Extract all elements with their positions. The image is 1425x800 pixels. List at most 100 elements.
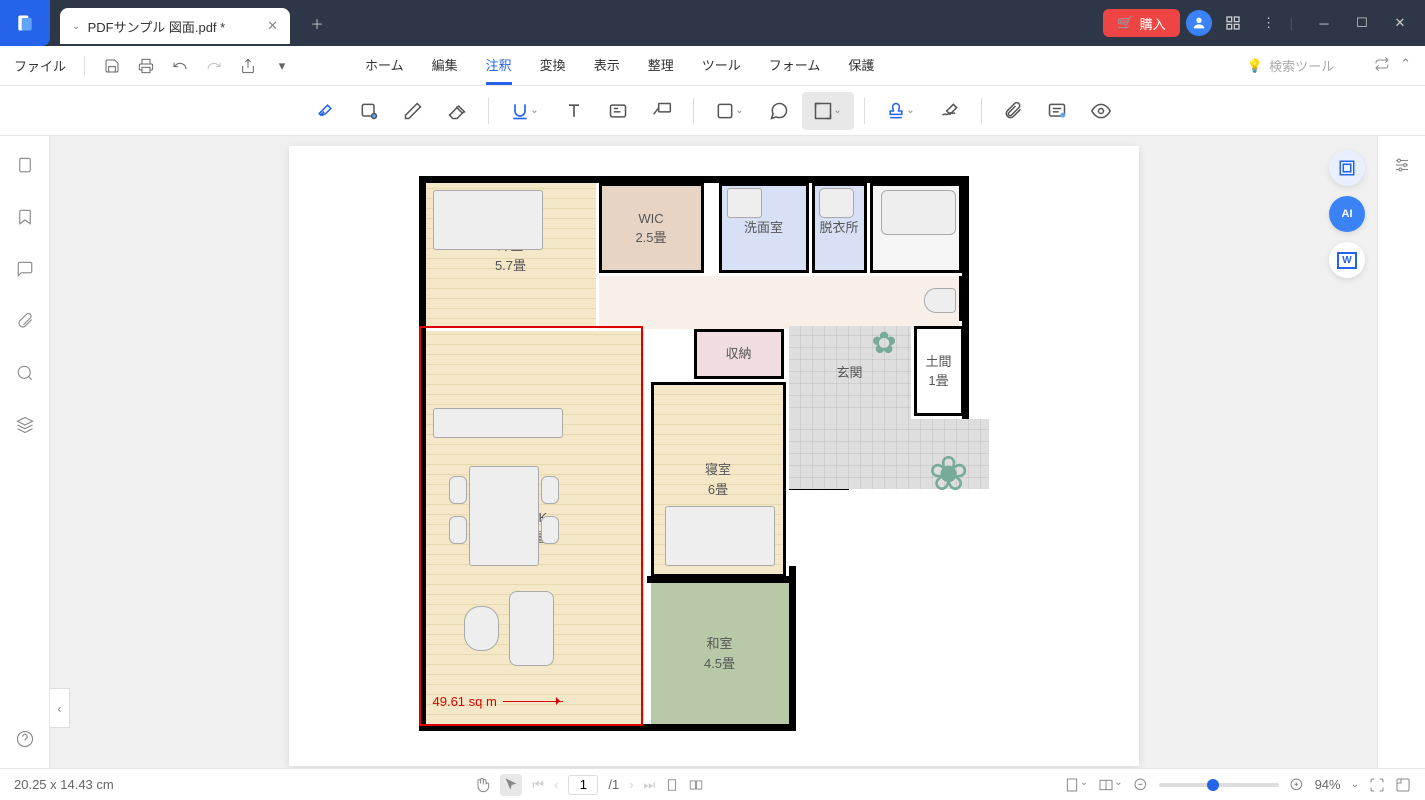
room-wic: WIC2.5畳 [599,183,704,273]
measurement-label[interactable]: 49.61 sq m [433,694,563,709]
eraser-icon[interactable] [436,92,478,130]
titlebar: ⌄ PDFサンプル 図面.pdf * ✕ ＋ 🛒 購入 ⋮ | ─ ☐ ✕ [0,0,1425,46]
read-mode-icon[interactable]: ⌄ [1098,777,1122,793]
right-rail [1377,136,1425,768]
select-tool-icon[interactable] [500,774,522,796]
pencil-icon[interactable] [392,92,434,130]
print-icon[interactable] [131,51,161,81]
share-icon[interactable] [233,51,263,81]
thumbnails-icon[interactable] [10,150,40,180]
ribbon-tabs: ホーム 編集 注釈 変換 表示 整理 ツール フォーム 保護 [365,47,874,85]
underline-icon[interactable]: ⌄ [499,92,551,130]
room-washitsu: 和室4.5畳 [651,583,789,724]
tab-view[interactable]: 表示 [594,47,620,85]
hallway [599,276,959,329]
document-canvas[interactable]: 洋室5.7畳 WIC2.5畳 洗面室 脱衣所 浴室 WC 収納 土間1畳 玄関 … [50,136,1377,768]
bookmarks-icon[interactable] [10,202,40,232]
room-shuno: 収納 [694,329,784,379]
measurement-area[interactable] [419,326,643,726]
user-avatar[interactable] [1186,10,1212,36]
page-dimensions: 20.25 x 14.43 cm [14,777,114,792]
zoom-slider[interactable] [1159,783,1279,787]
save-icon[interactable] [97,51,127,81]
close-button[interactable]: ✕ [1383,8,1417,38]
more-icon[interactable]: ⋮ [1254,8,1284,38]
hand-tool-icon[interactable] [474,777,490,793]
tab-convert[interactable]: 変換 [540,47,566,85]
plant-icon: ❀ [929,446,969,502]
properties-icon[interactable] [1387,150,1417,180]
signature-icon[interactable] [929,92,971,130]
buy-button[interactable]: 🛒 購入 [1103,9,1179,37]
page-total: /1 [608,777,619,792]
bed-icon [665,506,775,566]
tab-organize[interactable]: 整理 [648,47,674,85]
app-logo[interactable] [0,0,50,46]
zoom-in-icon[interactable] [1289,777,1305,793]
tab-home[interactable]: ホーム [365,47,404,85]
two-page-icon[interactable] [689,778,703,792]
tab-close-icon[interactable]: ✕ [267,18,278,34]
qat-dropdown-icon[interactable]: ▾ [267,51,297,81]
single-page-icon[interactable] [665,778,679,792]
tab-protect[interactable]: 保護 [848,47,874,85]
maximize-button[interactable]: ☐ [1345,8,1379,38]
measure-icon[interactable]: ⌄ [802,92,854,130]
manage-comments-icon[interactable] [1036,92,1078,130]
fit-width-icon[interactable]: ⌄ [1064,777,1088,793]
zoom-out-icon[interactable] [1133,777,1149,793]
text-icon[interactable] [553,92,595,130]
attachments-icon[interactable] [10,306,40,336]
shape-icon[interactable]: ⌄ [704,92,756,130]
first-page-icon[interactable]: ⏮ [532,777,544,793]
new-tab-button[interactable]: ＋ [302,8,332,38]
zoom-level[interactable]: 94% [1315,777,1341,792]
fit-page-icon[interactable] [1369,777,1385,793]
note-icon[interactable] [758,92,800,130]
prev-page-icon[interactable]: ‹ [554,777,558,792]
comments-icon[interactable] [10,254,40,284]
collapse-sidebar-button[interactable]: ‹ [50,688,70,728]
help-icon[interactable] [10,724,40,754]
ai-button[interactable]: AI [1329,196,1365,232]
collapse-ribbon-icon[interactable]: ⌃ [1400,56,1411,75]
menubar: ファイル ▾ ホーム 編集 注釈 変換 表示 整理 ツール フォーム 保護 💡 … [0,46,1425,86]
bulb-icon: 💡 [1247,58,1263,74]
bathtub-icon [881,190,956,235]
word-export-icon[interactable]: W [1329,242,1365,278]
sync-icon[interactable] [1374,56,1390,75]
attachment-icon[interactable] [992,92,1034,130]
fullscreen-icon[interactable] [1395,777,1411,793]
washer-icon [819,188,854,218]
document-tab[interactable]: ⌄ PDFサンプル 図面.pdf * ✕ [60,8,290,44]
page-number-input[interactable] [568,775,598,795]
textbox-icon[interactable] [597,92,639,130]
apps-icon[interactable] [1218,8,1248,38]
tab-annotate[interactable]: 注釈 [486,47,512,85]
minimize-button[interactable]: ─ [1307,8,1341,38]
last-page-icon[interactable]: ⏭ [644,777,656,793]
highlighter-icon[interactable] [304,92,346,130]
layers-icon[interactable] [10,410,40,440]
format-panel-icon[interactable] [1329,150,1365,186]
redo-icon[interactable] [199,51,229,81]
area-highlight-icon[interactable] [348,92,390,130]
next-page-icon[interactable]: › [629,777,633,792]
search-tools[interactable]: 💡 検索ツール [1207,56,1374,75]
tab-dropdown-icon[interactable]: ⌄ [72,21,80,32]
tab-tools[interactable]: ツール [702,47,741,85]
annotation-toolbar: ⌄ ⌄ ⌄ ⌄ [0,86,1425,136]
hide-comments-icon[interactable] [1080,92,1122,130]
statusbar: 20.25 x 14.43 cm ⏮ ‹ /1 › ⏭ ⌄ ⌄ 94%⌄ [0,768,1425,800]
search-icon[interactable] [10,358,40,388]
file-menu[interactable]: ファイル [0,56,80,75]
undo-icon[interactable] [165,51,195,81]
bed-icon [433,190,543,250]
stamp-icon[interactable]: ⌄ [875,92,927,130]
tab-edit[interactable]: 編集 [432,47,458,85]
pdf-page: 洋室5.7畳 WIC2.5畳 洗面室 脱衣所 浴室 WC 収納 土間1畳 玄関 … [289,146,1139,766]
callout-icon[interactable] [641,92,683,130]
tab-forms[interactable]: フォーム [769,47,821,85]
cart-icon: 🛒 [1117,15,1133,31]
plant-icon: ✿ [872,326,897,361]
